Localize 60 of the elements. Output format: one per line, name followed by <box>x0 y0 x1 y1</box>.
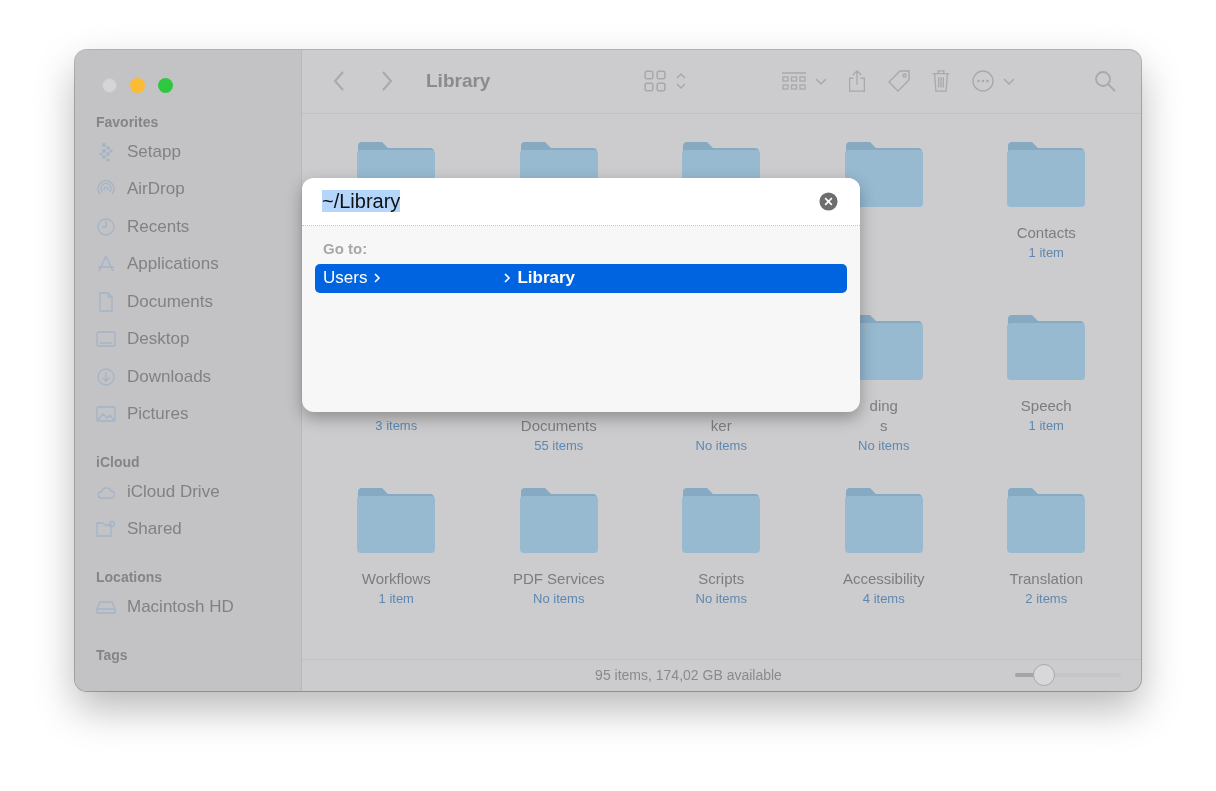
status-text: 95 items, 174,02 GB available <box>594 667 783 684</box>
sidebar-item[interactable]: Setapp <box>96 133 301 171</box>
sidebar-section-title: iCloud <box>96 453 141 472</box>
folder-name: Speech <box>1020 395 1072 416</box>
sidebar-item[interactable]: Documents <box>96 283 301 321</box>
item-count: 4 items <box>862 589 905 608</box>
document-icon <box>96 291 116 312</box>
slider-thumb[interactable] <box>1032 664 1055 687</box>
item-count: 3 items <box>375 416 418 435</box>
grid-view-icon[interactable] <box>643 69 667 94</box>
folder-name: Workflows <box>361 568 431 589</box>
sidebar-section-title: Favorites <box>96 113 160 132</box>
item-count: No items <box>695 436 747 455</box>
item-count: 1 item <box>378 589 414 608</box>
zoom-slider[interactable] <box>1015 664 1121 687</box>
folder-name: Documents <box>520 415 597 436</box>
more-icon[interactable] <box>971 69 995 94</box>
folder-name: s <box>880 415 888 436</box>
item-count: No items <box>695 589 747 608</box>
folder-name: Contacts <box>1016 222 1076 243</box>
sidebar-item[interactable]: Desktop <box>96 320 301 358</box>
display-icon <box>96 329 116 350</box>
item-count: 2 items <box>1025 589 1068 608</box>
sidebar-item[interactable]: AirDrop <box>96 170 301 208</box>
sidebar-item[interactable]: Macintosh HD <box>96 588 301 626</box>
path-label: Users <box>323 268 368 289</box>
path-label: Library <box>517 268 576 289</box>
item-count: No items <box>858 436 910 455</box>
item-count: 55 items <box>534 436 584 455</box>
download-icon <box>96 366 116 387</box>
folder-name: Scripts <box>698 568 745 589</box>
shared-folder-icon <box>96 519 116 540</box>
sidebar-section-title: Tags <box>96 645 129 665</box>
folder-name: PDF Services <box>512 568 605 589</box>
sidebar-item[interactable]: Applications <box>96 245 301 283</box>
item-count: 1 item <box>1028 243 1064 262</box>
picture-icon <box>96 404 116 425</box>
zoom-button[interactable] <box>158 78 173 93</box>
sidebar-item[interactable]: Recents <box>96 208 301 246</box>
sidebar-item[interactable]: Shared <box>96 510 301 548</box>
item-count: 1 item <box>1028 416 1064 435</box>
sidebar-item[interactable]: Pictures <box>96 395 301 433</box>
folder-name: ker <box>710 415 732 436</box>
path-suggestion[interactable]: Users Library <box>315 263 847 293</box>
chevron-right-icon <box>373 272 382 285</box>
sidebar-item[interactable]: Downloads <box>96 358 301 396</box>
folder-name: Accessibility <box>842 568 925 589</box>
clear-icon[interactable] <box>819 191 838 211</box>
clock-icon <box>96 216 116 237</box>
item-count: No items <box>533 589 585 608</box>
chevron-right-icon <box>503 272 512 285</box>
search-icon[interactable] <box>1093 69 1117 94</box>
go-to-label: Go to: <box>322 238 369 259</box>
minimize-button[interactable] <box>130 78 145 93</box>
sidebar-section-title: Locations <box>96 568 164 587</box>
folder-name: Translation <box>1009 568 1084 589</box>
folder-name: ding <box>869 395 898 416</box>
sidebar-item[interactable]: iCloud Drive <box>96 473 301 511</box>
tag-icon[interactable] <box>887 69 911 94</box>
window-title: Library <box>426 70 491 93</box>
